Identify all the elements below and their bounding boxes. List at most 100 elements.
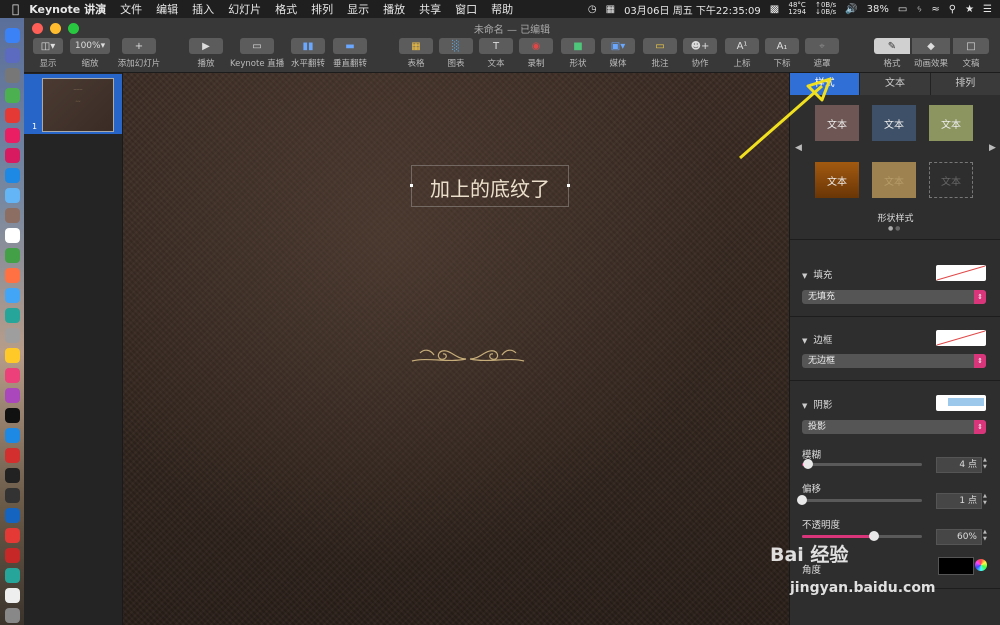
trash-icon[interactable] xyxy=(5,608,20,623)
menu-share[interactable]: 共享 xyxy=(419,1,441,17)
title-text-box[interactable]: 加上的底纹了 xyxy=(410,165,570,207)
bluetooth-icon[interactable]: ᛃ xyxy=(916,4,922,15)
style-swatch-6[interactable]: 文本 xyxy=(929,162,973,198)
style-swatch-5[interactable]: 文本 xyxy=(872,162,916,198)
android-icon[interactable] xyxy=(5,88,20,103)
mask-button[interactable]: ⌖ 遮罩 xyxy=(804,38,840,69)
apple-icon[interactable]:  xyxy=(12,2,19,16)
opacity-slider-knob[interactable] xyxy=(869,531,879,541)
podcasts-icon[interactable] xyxy=(5,388,20,403)
vpn-icon[interactable] xyxy=(5,508,20,523)
format-button[interactable]: ✎ 格式 xyxy=(874,38,910,69)
chart-button[interactable]: ░ 图表 xyxy=(438,38,474,69)
app-icon-yellow[interactable] xyxy=(5,348,20,363)
animate-button[interactable]: ◆ 动画效果 xyxy=(911,38,951,69)
menu-window[interactable]: 窗口 xyxy=(455,1,477,17)
menubar-datetime[interactable]: 03月06日 周五 下午22:35:09 xyxy=(624,2,761,17)
table-button[interactable]: ▦ 表格 xyxy=(398,38,434,69)
superscript-button[interactable]: A¹ 上标 xyxy=(724,38,760,69)
blur-stepper[interactable]: ▲ ▼ xyxy=(983,457,989,471)
border-popup[interactable]: 无边框 ⇕ xyxy=(802,354,986,368)
shape-button[interactable]: ■ 形状 xyxy=(560,38,596,69)
shadow-section-label[interactable]: ▼ 阴影 xyxy=(802,397,832,411)
blur-field[interactable]: 4 点 xyxy=(936,457,982,473)
offset-stepper[interactable]: ▲ ▼ xyxy=(983,493,989,507)
menu-insert[interactable]: 插入 xyxy=(192,1,214,17)
chrome-icon[interactable] xyxy=(5,108,20,123)
sound-icon[interactable]: 🔊 xyxy=(845,4,857,15)
star-icon[interactable]: ★ xyxy=(965,4,974,15)
flip-horizontal-button[interactable]: ▮▮ 水平翻转 xyxy=(290,38,326,69)
clock-icon[interactable]: ◷ xyxy=(588,4,597,15)
preview-icon[interactable] xyxy=(5,188,20,203)
app-icon-teal[interactable] xyxy=(5,568,20,583)
app-icon-v[interactable] xyxy=(5,448,20,463)
view-button[interactable]: ◫▾ 显示 xyxy=(32,38,64,69)
border-section-label[interactable]: ▼ 边框 xyxy=(802,332,832,346)
tv-icon[interactable] xyxy=(5,408,20,423)
text-button[interactable]: T 文本 xyxy=(478,38,514,69)
app-icon-red[interactable] xyxy=(5,128,20,143)
tab-arrange[interactable]: 排列 xyxy=(931,73,1000,95)
menu-edit[interactable]: 编辑 xyxy=(156,1,178,17)
zoom-button[interactable]: 100% ▾ 缩放 xyxy=(70,38,110,69)
media-button[interactable]: ▣▾ 媒体 xyxy=(600,38,636,69)
menu-play[interactable]: 播放 xyxy=(383,1,405,17)
opacity-field[interactable]: 60% xyxy=(936,529,982,545)
calendar-icon[interactable]: ▦ xyxy=(606,4,615,15)
activity-icon[interactable] xyxy=(5,488,20,503)
slide-title[interactable]: 加上的底纹了 xyxy=(412,173,568,202)
terminal-icon[interactable] xyxy=(5,468,20,483)
record-button[interactable]: ◉ 录制 xyxy=(518,38,554,69)
play-button[interactable]: ▶ 播放 xyxy=(188,38,224,69)
settings-icon[interactable] xyxy=(5,328,20,343)
fill-preview[interactable] xyxy=(936,265,986,281)
page-dots[interactable]: ● ● xyxy=(888,225,900,232)
add-slide-button[interactable]: + 添加幻灯片 xyxy=(116,38,162,69)
photos-icon[interactable] xyxy=(5,268,20,283)
styles-next-arrow-icon[interactable]: ▶ xyxy=(989,143,996,153)
menu-view[interactable]: 显示 xyxy=(347,1,369,17)
opacity-stepper[interactable]: ▲ ▼ xyxy=(983,529,989,543)
subscript-button[interactable]: A₁ 下标 xyxy=(764,38,800,69)
shadow-color-well[interactable] xyxy=(938,557,974,575)
wifi-icon[interactable]: ≈ xyxy=(931,4,939,15)
border-preview[interactable] xyxy=(936,330,986,346)
app-icon-pink[interactable] xyxy=(5,148,20,163)
menu-arrange[interactable]: 排列 xyxy=(311,1,333,17)
music-icon[interactable] xyxy=(5,368,20,383)
menu-app-name[interactable]: Keynote 讲演 xyxy=(29,1,106,17)
safari-icon[interactable] xyxy=(5,168,20,183)
fill-popup[interactable]: 无填充 ⇕ xyxy=(802,290,986,304)
comment-button[interactable]: ▭ 批注 xyxy=(642,38,678,69)
opacity-slider[interactable] xyxy=(802,531,922,541)
shadow-preview[interactable] xyxy=(936,395,986,411)
keynote-live-button[interactable]: ▭ Keynote 直播 xyxy=(230,38,284,69)
color-wheel-icon[interactable] xyxy=(975,559,987,571)
offset-slider-knob[interactable] xyxy=(797,495,807,505)
documents-icon[interactable] xyxy=(5,588,20,603)
launchpad-icon[interactable] xyxy=(5,68,20,83)
finder-icon[interactable] xyxy=(5,28,20,43)
wechat-icon[interactable] xyxy=(5,308,20,323)
slide-thumbnail[interactable]: ——— ∼∼ xyxy=(42,78,114,132)
app-store-icon[interactable] xyxy=(5,428,20,443)
document-button[interactable]: □ 文稿 xyxy=(952,38,990,69)
slide-thumbnail-selected[interactable]: ——— ∼∼ 1 xyxy=(24,74,122,134)
menu-help[interactable]: 帮助 xyxy=(491,1,513,17)
menu-format[interactable]: 格式 xyxy=(275,1,297,17)
notes-icon[interactable] xyxy=(5,208,20,223)
menu-file[interactable]: 文件 xyxy=(120,1,142,17)
messages-icon[interactable] xyxy=(5,288,20,303)
fill-section-label[interactable]: ▼ 填充 xyxy=(802,267,832,281)
menu-list-icon[interactable]: ☰ xyxy=(983,4,992,15)
collaborate-button[interactable]: ☻+ 协作 xyxy=(682,38,718,69)
calendar-dock-icon[interactable] xyxy=(5,228,20,243)
netease-icon[interactable] xyxy=(5,548,20,563)
style-swatch-3[interactable]: 文本 xyxy=(929,105,973,141)
offset-slider[interactable] xyxy=(797,495,922,505)
slide-canvas[interactable]: 加上的底纹了 xyxy=(123,73,789,625)
battery-icon[interactable]: ▭ xyxy=(898,4,907,15)
menu-slide[interactable]: 幻灯片 xyxy=(228,1,261,17)
blur-slider[interactable] xyxy=(802,459,922,469)
